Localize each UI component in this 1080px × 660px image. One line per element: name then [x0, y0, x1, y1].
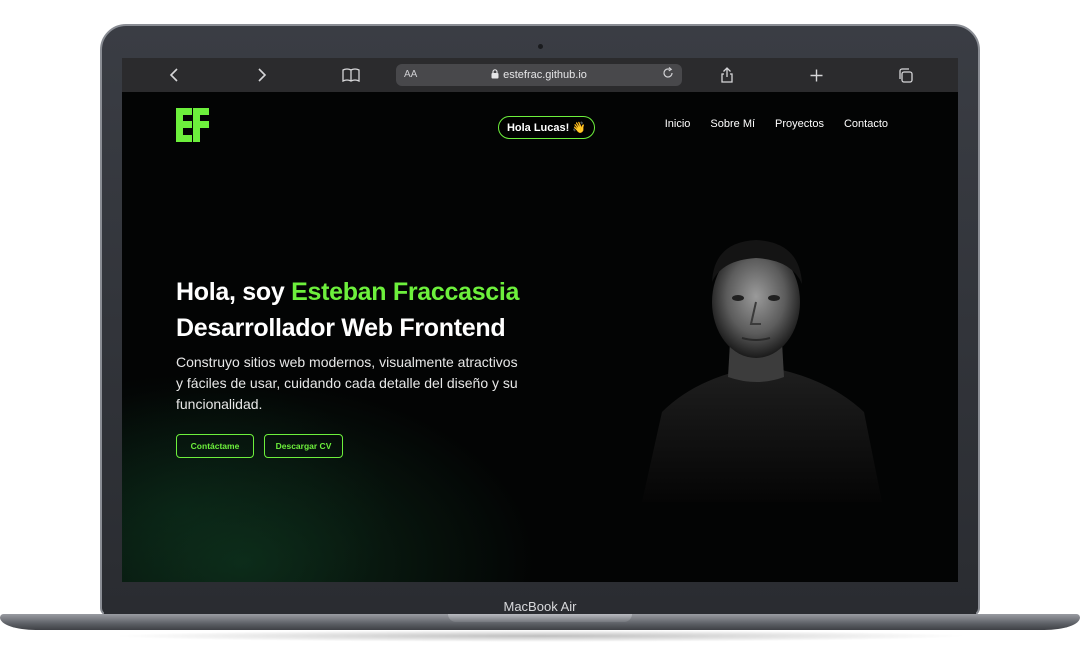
laptop-notch	[448, 614, 632, 622]
ef-logo[interactable]	[176, 108, 209, 142]
contact-button[interactable]: Contáctame	[176, 434, 254, 458]
greeting-pill: Hola Lucas! 👋	[498, 116, 595, 139]
nav-item-sobre-mi[interactable]: Sobre Mí	[710, 118, 755, 130]
portfolio-page: Hola Lucas! 👋 Inicio Sobre Mí Proyectos …	[122, 92, 958, 582]
profile-photo	[632, 202, 882, 502]
nav-item-proyectos[interactable]: Proyectos	[775, 118, 824, 130]
hero-title-name: Esteban Fraccascia	[291, 278, 520, 306]
laptop-shadow	[110, 630, 970, 642]
hero-title-prefix: Hola, soy	[176, 278, 292, 306]
laptop-screen: AA estefrac.github.io Hola Lucas! 👋 Inic…	[122, 58, 958, 582]
nav-item-contacto[interactable]: Contacto	[844, 118, 888, 130]
lock-icon	[491, 68, 499, 82]
hero-description: Construyo sitios web modernos, visualmen…	[176, 354, 518, 412]
hero-title: Hola, soy Esteban Fraccascia Desarrollad…	[176, 274, 596, 346]
nav-item-inicio[interactable]: Inicio	[665, 118, 691, 130]
reload-icon[interactable]	[662, 67, 674, 82]
plus-icon[interactable]	[801, 64, 831, 86]
hero-title-role: Desarrollador Web Frontend	[176, 314, 506, 342]
address-text: estefrac.github.io	[503, 69, 587, 81]
tabs-icon[interactable]	[890, 64, 920, 86]
address-bar[interactable]: AA estefrac.github.io	[396, 64, 682, 86]
main-nav: Inicio Sobre Mí Proyectos Contacto	[665, 118, 888, 130]
reader-aa-label[interactable]: AA	[404, 69, 417, 80]
chevron-right-icon[interactable]	[247, 64, 277, 86]
camera-dot	[538, 44, 543, 49]
chevron-left-icon[interactable]	[159, 64, 189, 86]
device-label: MacBook Air	[503, 599, 577, 614]
browser-toolbar: AA estefrac.github.io	[122, 58, 958, 92]
laptop-mockup: AA estefrac.github.io Hola Lucas! 👋 Inic…	[0, 0, 1080, 660]
download-cv-button[interactable]: Descargar CV	[264, 434, 343, 458]
share-icon[interactable]	[712, 64, 742, 86]
book-icon[interactable]	[336, 64, 366, 86]
